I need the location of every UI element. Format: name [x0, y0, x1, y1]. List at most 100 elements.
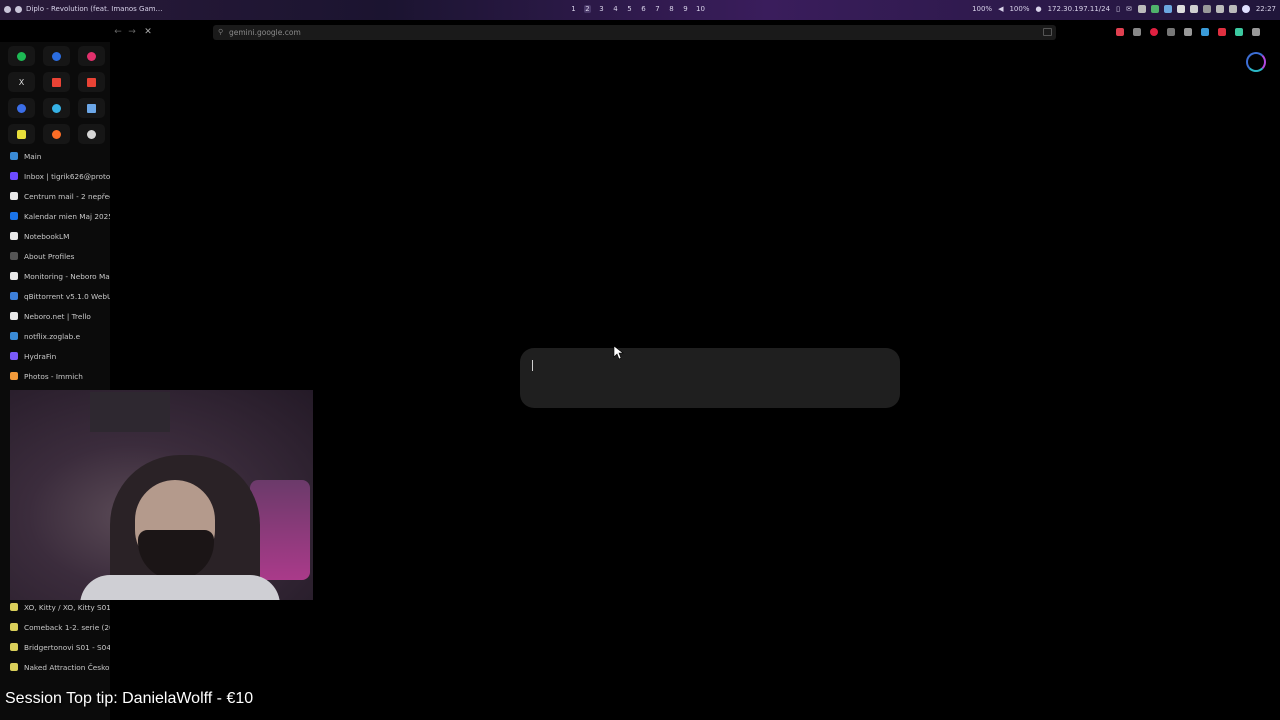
sidebar-tab[interactable]: Neboro.net | Trello [0, 306, 110, 326]
extension-icon[interactable] [1167, 28, 1175, 36]
extension-icon[interactable] [1150, 28, 1158, 36]
volume-right: 100% [1009, 5, 1030, 13]
system-top-bar: Diplo - Revolution (feat. Imanos Gam… 12… [0, 0, 1280, 20]
site-info-icon[interactable]: ⚲ [218, 28, 223, 36]
mic-icon[interactable]: ● [1035, 5, 1041, 13]
streamer-shirt [80, 575, 280, 600]
prompt-input[interactable] [520, 348, 900, 408]
messenger-icon[interactable] [43, 46, 70, 66]
forward-arrow-icon[interactable]: → [126, 27, 138, 37]
workspace-button[interactable]: 5 [626, 5, 633, 13]
address-bar[interactable]: ⚲ gemini.google.com [213, 25, 1056, 40]
extension-icon[interactable] [1184, 28, 1192, 36]
sidebar-tab[interactable]: notflix.zoglab.e [0, 326, 110, 346]
tray-app-icon[interactable] [1228, 5, 1237, 13]
sidebar-tab[interactable]: Main [0, 146, 110, 166]
ip-address: 172.30.197.11/24 [1047, 5, 1111, 13]
gmail-icon[interactable] [78, 72, 105, 92]
sidebar-tab-label: Photos - Immich [24, 371, 83, 381]
sidebar-tab[interactable]: HydraFin [0, 346, 110, 366]
workspace-button[interactable]: 6 [640, 5, 647, 13]
tray-app-icon[interactable] [1202, 5, 1211, 13]
tray-app-icon[interactable] [1189, 5, 1198, 13]
clock: 22:27 [1255, 5, 1276, 13]
note-icon[interactable] [8, 124, 35, 144]
sidebar-tab[interactable]: Comeback 1-2. serie (20 [0, 617, 110, 637]
browser-sidebar: X Main Inbox | tigrik626@proto Centrum mai… [0, 42, 110, 720]
back-arrow-icon[interactable]: ← [112, 27, 124, 37]
sidebar-tab[interactable]: XO, Kitty / XO, Kitty S01 [0, 597, 110, 617]
sidebar-tab[interactable]: NotebookLM [0, 226, 110, 246]
workspace-button[interactable]: 3 [598, 5, 605, 13]
instagram-icon[interactable] [78, 46, 105, 66]
tray-app-icon[interactable] [1163, 5, 1172, 13]
tab-favicon-icon [10, 603, 18, 611]
notify-icon[interactable]: ✉ [1126, 5, 1132, 13]
drop-icon[interactable] [43, 98, 70, 118]
tab-favicon-icon [10, 372, 18, 380]
telegram-icon[interactable] [1176, 5, 1185, 13]
tab-favicon-icon [10, 192, 18, 200]
sidebar-tab[interactable]: Naked Attraction Česko [0, 657, 110, 677]
sidebar-tab-label: Naked Attraction Česko [24, 662, 110, 672]
now-playing-text: Diplo - Revolution (feat. Imanos Gam… [26, 5, 163, 13]
extension-icon[interactable] [1116, 28, 1124, 36]
extensions-bar [1116, 28, 1260, 36]
tab-favicon-icon [10, 312, 18, 320]
extension-icon[interactable] [1218, 28, 1226, 36]
mouse-pointer-icon [613, 345, 624, 360]
stream-tip-banner: Session Top tip: DanielaWolff - €10 [5, 690, 254, 707]
tray-icons[interactable] [1137, 5, 1250, 13]
sidebar-tab[interactable]: About Profiles [0, 246, 110, 266]
gitlab-icon[interactable] [43, 124, 70, 144]
sidebar-tab[interactable]: Monitoring - Neboro Ma [0, 266, 110, 286]
tab-favicon-icon [10, 272, 18, 280]
webcam-overlay [10, 390, 313, 600]
url-text[interactable]: gemini.google.com [229, 28, 301, 37]
menu-icon[interactable] [1252, 28, 1260, 36]
extension-icon[interactable] [1235, 28, 1243, 36]
stop-loading-icon[interactable]: ✕ [142, 27, 154, 37]
sidebar-tab-label: Neboro.net | Trello [24, 311, 91, 321]
tab-list: Main Inbox | tigrik626@proto Centrum mail … [0, 146, 110, 386]
sidebar-tab[interactable]: qBittorrent v5.1.0 WebU [0, 286, 110, 306]
sidebar-tab[interactable]: Kalendar mien Maj 2025 [0, 206, 110, 226]
sidebar-tab-label: Monitoring - Neboro Ma [24, 271, 110, 281]
sidebar-tab-label: HydraFin [24, 351, 57, 361]
speaker-icon[interactable]: ◀ [998, 5, 1003, 13]
workspace-switcher[interactable]: 1 2 3 4 5 6 7 8 9 10 [570, 5, 705, 13]
sidebar-tab[interactable]: Bridgertonovi S01 - S04 [0, 637, 110, 657]
circle-icon[interactable] [78, 124, 105, 144]
tray-app-icon[interactable] [1150, 5, 1159, 13]
tray-app-icon[interactable] [1137, 5, 1146, 13]
profile-icon[interactable] [1241, 5, 1250, 13]
media-widget[interactable]: Diplo - Revolution (feat. Imanos Gam… [4, 5, 163, 13]
network-icon[interactable]: ▯ [1116, 5, 1120, 13]
workspace-button[interactable]: 10 [696, 5, 705, 13]
pinned-sites: X [8, 46, 105, 144]
extension-icon[interactable] [1201, 28, 1209, 36]
spotify-icon[interactable] [8, 46, 35, 66]
workspace-button[interactable]: 4 [612, 5, 619, 13]
tab-favicon-icon [10, 643, 18, 651]
workspace-button[interactable]: 8 [668, 5, 675, 13]
sidebar-tab[interactable]: Photos - Immich [0, 366, 110, 386]
gmail-icon[interactable] [43, 72, 70, 92]
screen-icon[interactable] [78, 98, 105, 118]
workspace-button[interactable]: 7 [654, 5, 661, 13]
tab-favicon-icon [10, 232, 18, 240]
workspace-button[interactable]: 1 [570, 5, 577, 13]
x-icon[interactable]: X [8, 72, 35, 92]
power-icon[interactable] [1215, 5, 1224, 13]
tab-favicon-icon [10, 663, 18, 671]
sidebar-tab[interactable]: Inbox | tigrik626@proto [0, 166, 110, 186]
sidebar-tab-label: XO, Kitty / XO, Kitty S01 [24, 602, 110, 612]
chat-icon[interactable] [8, 98, 35, 118]
workspace-button[interactable]: 2 [584, 5, 591, 13]
reader-mode-icon[interactable] [1043, 28, 1052, 36]
workspace-button[interactable]: 9 [682, 5, 689, 13]
sidebar-tab[interactable]: Centrum mail - 2 nepřeč [0, 186, 110, 206]
extension-icon[interactable] [1133, 28, 1141, 36]
sidebar-tab-label: Centrum mail - 2 nepřeč [24, 191, 110, 201]
sidebar-tab-label: qBittorrent v5.1.0 WebU [24, 291, 110, 301]
